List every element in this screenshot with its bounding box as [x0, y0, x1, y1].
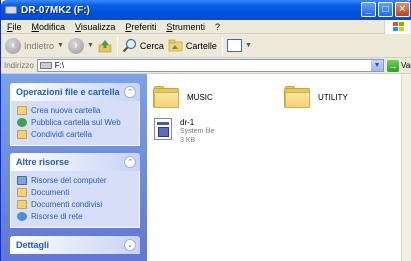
other-places: Altre risorse ⌃ Risorse del computer Doc…	[10, 153, 140, 228]
menu-file[interactable]: File	[7, 22, 22, 32]
go-button[interactable]: → Vai	[387, 59, 411, 72]
folders-label: Cartelle	[185, 40, 217, 51]
network-places-link[interactable]: Risorse di rete	[17, 211, 133, 222]
new-folder-link[interactable]: Crea nuova cartella	[17, 105, 133, 116]
back-label: Indietro	[24, 40, 55, 51]
chevron-down-icon[interactable]: ▼	[371, 60, 384, 71]
share-folder-link[interactable]: Condividi cartella	[17, 129, 133, 140]
toolbar-separator	[116, 36, 118, 55]
views-button[interactable]: ▼	[226, 36, 252, 56]
up-button[interactable]	[98, 36, 112, 56]
shared-documents-link[interactable]: Documenti condivisi	[17, 199, 133, 210]
computer-icon	[17, 176, 27, 185]
drive-icon	[5, 6, 17, 14]
toolbar: ‹ Indietro ▼ › ▼ Cerca Cartelle ▼	[1, 34, 411, 58]
chevron-down-icon[interactable]: ▼	[245, 42, 252, 49]
folder-icon	[284, 86, 310, 108]
forward-button[interactable]: › ▼	[67, 36, 94, 56]
file-name: dr-1	[180, 118, 195, 127]
folders-icon	[168, 39, 183, 52]
folders-button[interactable]: Cartelle	[168, 36, 217, 56]
go-label: Vai	[401, 61, 411, 70]
chevron-down-icon[interactable]: ▼	[57, 42, 64, 49]
link-label: Risorse di rete	[31, 212, 83, 221]
details-header[interactable]: Dettagli ⌄	[10, 236, 140, 254]
task-title: Dettagli	[16, 240, 50, 250]
file-folder-tasks-header[interactable]: Operazioni file e cartella ⌃	[10, 83, 140, 101]
file-view: MUSIC UTILITY dr-1 System file 3 KB	[147, 74, 401, 261]
window-title: DR-07MK2 (F:)	[21, 4, 90, 16]
shared-documents-icon	[17, 200, 27, 209]
views-icon	[226, 39, 242, 52]
documents-icon	[17, 188, 27, 197]
explorer-window: DR-07MK2 (F:) _ □ ✕ File Modifica Visual…	[0, 0, 411, 261]
go-arrow-icon: →	[387, 59, 400, 72]
globe-icon	[17, 118, 27, 127]
task-title: Operazioni file e cartella	[16, 87, 120, 97]
other-places-header[interactable]: Altre risorse ⌃	[10, 153, 140, 171]
back-arrow-icon: ‹	[5, 37, 21, 54]
menu-help[interactable]: ?	[215, 22, 220, 32]
menu-bar: File Modifica Visualizza Preferiti Strum…	[1, 20, 411, 34]
toolbar-separator	[221, 36, 223, 55]
folder-icon	[153, 86, 179, 108]
chevron-down-icon[interactable]: ▼	[87, 42, 94, 49]
chevron-up-icon[interactable]: ⌃	[124, 156, 136, 168]
file-folder-tasks: Operazioni file e cartella ⌃ Crea nuova …	[10, 83, 140, 146]
menu-visualizza[interactable]: Visualizza	[75, 22, 115, 32]
share-folder-icon	[17, 130, 27, 139]
folder-label: MUSIC	[187, 92, 213, 102]
title-bar[interactable]: DR-07MK2 (F:) _ □ ✕	[1, 0, 411, 20]
link-label: Condividi cartella	[31, 130, 92, 139]
system-file-icon	[154, 118, 172, 140]
menu-strumenti[interactable]: Strumenti	[166, 22, 205, 32]
address-value: F:\	[54, 61, 65, 70]
network-icon	[17, 212, 27, 221]
file-size: 3 KB	[180, 137, 196, 144]
folder-up-icon	[98, 39, 112, 52]
link-label: Crea nuova cartella	[31, 106, 101, 115]
task-pane: Operazioni file e cartella ⌃ Crea nuova …	[1, 74, 147, 261]
maximize-button[interactable]: □	[378, 2, 393, 17]
minimize-button[interactable]: _	[361, 2, 376, 17]
forward-arrow-icon: ›	[67, 37, 84, 54]
chevron-down-icon[interactable]: ⌄	[124, 239, 136, 251]
link-label: Pubblica cartella sul Web	[31, 118, 121, 127]
folder-label: UTILITY	[318, 92, 348, 102]
chevron-up-icon[interactable]: ⌃	[124, 86, 136, 98]
documents-link[interactable]: Documenti	[17, 187, 133, 198]
vertical-scrollbar[interactable]	[401, 74, 411, 261]
windows-logo-icon	[384, 20, 410, 34]
details: Dettagli ⌄	[10, 236, 140, 254]
search-button[interactable]: Cerca	[122, 36, 164, 56]
search-icon	[122, 38, 137, 53]
link-label: Documenti condivisi	[31, 200, 103, 209]
folder-music[interactable]: MUSIC	[153, 86, 213, 108]
file-type: System file	[180, 128, 215, 135]
folder-utility[interactable]: UTILITY	[284, 86, 348, 108]
close-button[interactable]: ✕	[395, 2, 410, 17]
menu-preferiti[interactable]: Preferiti	[125, 22, 156, 32]
publish-web-link[interactable]: Pubblica cartella sul Web	[17, 117, 133, 128]
my-computer-link[interactable]: Risorse del computer	[17, 175, 133, 186]
address-input[interactable]: F:\ ▼	[36, 59, 385, 72]
menu-modifica[interactable]: Modifica	[32, 22, 66, 32]
task-body: Risorse del computer Documenti Documenti…	[10, 171, 140, 228]
drive-icon	[39, 62, 52, 69]
file-dr-1[interactable]: dr-1 System file 3 KB	[154, 118, 214, 145]
task-body: Crea nuova cartella Pubblica cartella su…	[10, 101, 140, 146]
address-bar: Indirizzo F:\ ▼ → Vai	[1, 58, 411, 74]
new-folder-icon	[17, 106, 27, 115]
link-label: Documenti	[31, 188, 70, 197]
address-label: Indirizzo	[4, 61, 34, 70]
search-label: Cerca	[139, 40, 164, 51]
link-label: Risorse del computer	[31, 176, 107, 185]
task-title: Altre risorse	[16, 157, 70, 167]
back-button[interactable]: ‹ Indietro ▼	[5, 36, 64, 56]
